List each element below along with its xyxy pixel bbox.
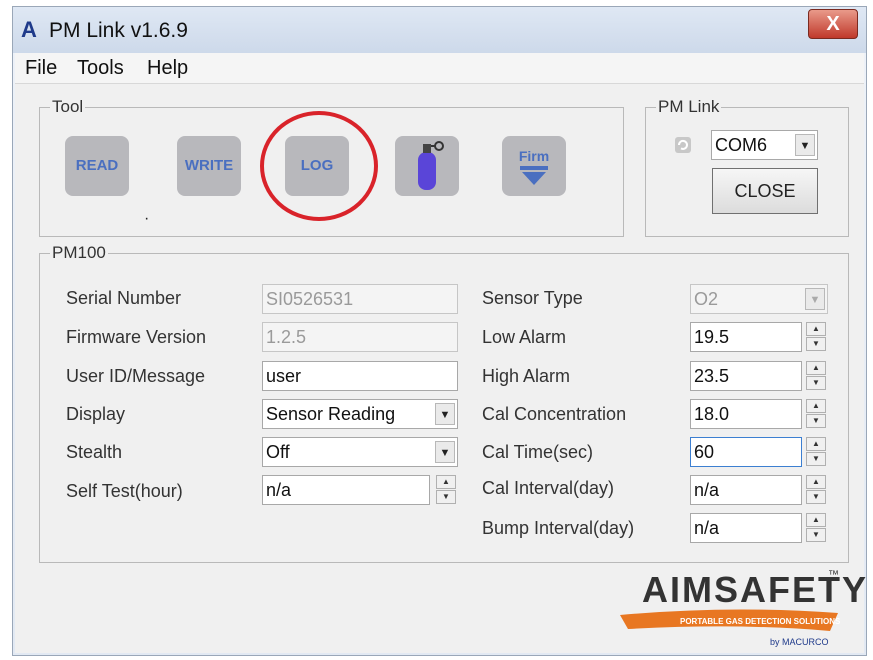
menu-help[interactable]: Help xyxy=(147,57,188,80)
display-value: Sensor Reading xyxy=(266,404,396,424)
stealth-select[interactable]: Off ▼ xyxy=(262,437,458,467)
calibration-button[interactable] xyxy=(395,136,459,196)
app-logo-icon: A xyxy=(21,17,37,42)
download-arrow-icon xyxy=(520,166,548,185)
app-window: A PM Link v1.6.9 X File Tools Help Tool … xyxy=(12,6,867,656)
chevron-down-icon[interactable]: ▼ xyxy=(795,134,815,156)
close-connection-button[interactable]: CLOSE xyxy=(712,168,818,214)
cal-time-input[interactable]: 60 xyxy=(690,437,802,467)
cal-concentration-spinner[interactable]: ▲ ▼ xyxy=(806,399,826,429)
spin-up-icon[interactable]: ▲ xyxy=(436,475,456,489)
cal-concentration-input[interactable]: 18.0 xyxy=(690,399,802,429)
cal-interval-input[interactable]: n/a xyxy=(690,475,802,505)
low-alarm-label: Low Alarm xyxy=(482,327,567,347)
sensor-type-label: Sensor Type xyxy=(482,288,583,308)
tool-group-title: Tool xyxy=(50,97,86,117)
window-title: PM Link v1.6.9 xyxy=(49,19,188,42)
gas-cylinder-icon xyxy=(418,141,444,190)
firmware-button[interactable]: Firm xyxy=(502,136,566,196)
low-alarm-spinner[interactable]: ▲ ▼ xyxy=(806,322,826,352)
spin-down-icon[interactable]: ▼ xyxy=(806,337,826,351)
spin-up-icon[interactable]: ▲ xyxy=(806,437,826,451)
pm-link-group-title: PM Link xyxy=(656,97,722,117)
menu-tools[interactable]: Tools xyxy=(77,57,124,80)
cal-interval-spinner[interactable]: ▲ ▼ xyxy=(806,475,826,505)
spin-up-icon[interactable]: ▲ xyxy=(806,399,826,413)
spin-up-icon[interactable]: ▲ xyxy=(806,475,826,489)
aimsafety-logo: AIMSAFETY ™ PORTABLE GAS DETECTION SOLUT… xyxy=(620,563,866,658)
spin-up-icon[interactable]: ▲ xyxy=(806,513,826,527)
cal-concentration-label: Cal Concentration xyxy=(482,404,627,424)
bump-interval-label: Bump Interval(day) xyxy=(482,518,635,538)
com-port-select[interactable]: COM6 ▼ xyxy=(711,130,818,160)
spin-down-icon[interactable]: ▼ xyxy=(806,452,826,466)
sensor-type-value: O2 xyxy=(694,289,719,309)
self-test-spinner[interactable]: ▲ ▼ xyxy=(436,475,456,505)
display-label: Display xyxy=(66,404,126,424)
spin-up-icon[interactable]: ▲ xyxy=(806,361,826,375)
stealth-value: Off xyxy=(266,442,290,462)
menu-bar: File Tools Help xyxy=(15,53,864,84)
user-id-label: User ID/Message xyxy=(66,366,206,386)
low-alarm-input[interactable]: 19.5 xyxy=(690,322,802,352)
cal-time-label: Cal Time(sec) xyxy=(482,442,594,462)
serial-number-field: SI0526531 xyxy=(262,284,458,314)
pm100-group-title: PM100 xyxy=(50,243,108,263)
chevron-down-icon: ▼ xyxy=(805,288,825,310)
refresh-icon[interactable] xyxy=(674,136,692,154)
firmware-version-label: Firmware Version xyxy=(66,327,207,347)
stealth-label: Stealth xyxy=(66,442,123,462)
client-area: File Tools Help Tool READ WRITE LOG Firm xyxy=(15,53,866,653)
pm100-group: PM100 Serial Number SI0526531 Firmware V… xyxy=(39,243,849,563)
dot-mark: · xyxy=(144,210,150,227)
read-button[interactable]: READ xyxy=(65,136,129,196)
brand-by: by MACURCO xyxy=(770,637,829,647)
spin-down-icon[interactable]: ▼ xyxy=(806,414,826,428)
spin-up-icon[interactable]: ▲ xyxy=(806,322,826,336)
display-select[interactable]: Sensor Reading ▼ xyxy=(262,399,458,429)
spin-down-icon[interactable]: ▼ xyxy=(806,490,826,504)
sensor-type-select: O2 ▼ xyxy=(690,284,828,314)
bump-interval-input[interactable]: n/a xyxy=(690,513,802,543)
cal-time-spinner[interactable]: ▲ ▼ xyxy=(806,437,826,467)
spin-down-icon[interactable]: ▼ xyxy=(806,528,826,542)
spin-down-icon[interactable]: ▼ xyxy=(806,376,826,390)
highlight-circle xyxy=(260,111,378,221)
user-id-input[interactable]: user xyxy=(262,361,458,391)
chevron-down-icon[interactable]: ▼ xyxy=(435,403,455,425)
tool-group: Tool READ WRITE LOG Firm · xyxy=(39,97,624,237)
pm-link-group: PM Link COM6 ▼ CLOSE xyxy=(645,97,849,237)
bump-interval-spinner[interactable]: ▲ ▼ xyxy=(806,513,826,543)
high-alarm-label: High Alarm xyxy=(482,366,571,386)
firmware-version-field: 1.2.5 xyxy=(262,322,458,352)
high-alarm-input[interactable]: 23.5 xyxy=(690,361,802,391)
menu-file[interactable]: File xyxy=(25,57,57,80)
title-bar: A PM Link v1.6.9 X xyxy=(13,7,866,53)
firm-label: Firm xyxy=(518,148,550,164)
high-alarm-spinner[interactable]: ▲ ▼ xyxy=(806,361,826,391)
com-port-value: COM6 xyxy=(715,135,768,155)
spin-down-icon[interactable]: ▼ xyxy=(436,490,456,504)
self-test-input[interactable]: n/a xyxy=(262,475,430,505)
chevron-down-icon[interactable]: ▼ xyxy=(435,441,455,463)
self-test-label: Self Test(hour) xyxy=(66,481,183,501)
window-close-button[interactable]: X xyxy=(808,9,858,39)
cal-interval-label: Cal Interval(day) xyxy=(482,478,615,498)
brand-trademark: ™ xyxy=(828,569,839,581)
brand-tagline: PORTABLE GAS DETECTION SOLUTIONS xyxy=(680,617,841,626)
serial-number-label: Serial Number xyxy=(66,288,182,308)
write-button[interactable]: WRITE xyxy=(177,136,241,196)
